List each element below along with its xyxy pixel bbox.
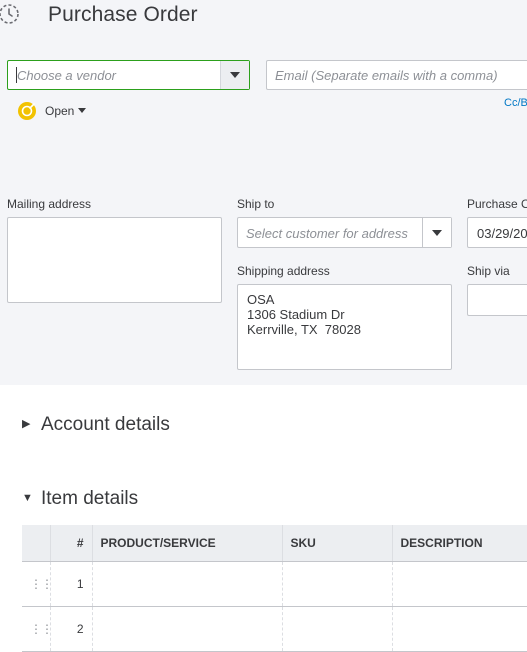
shipping-address-line: Kerrville, TX 78028	[247, 322, 361, 337]
table-header-row: # PRODUCT/SERVICE SKU DESCRIPTION	[22, 525, 527, 562]
ship-to-select[interactable]: Select customer for address	[237, 217, 452, 248]
page-title: Purchase Order	[48, 3, 198, 26]
purchase-order-date-field[interactable]: 03/29/20	[467, 217, 527, 248]
ship-to-placeholder: Select customer for address	[246, 226, 408, 241]
shipping-address-label: Shipping address	[237, 264, 330, 278]
description-cell[interactable]	[392, 561, 527, 607]
vendor-dropdown-button[interactable]	[220, 61, 249, 89]
collapse-down-icon: ▼	[22, 492, 33, 504]
shipping-address-line: OSA	[247, 292, 275, 307]
status-label[interactable]: Open	[45, 104, 74, 118]
account-details-title: Account details	[41, 414, 170, 435]
items-table: # PRODUCT/SERVICE SKU DESCRIPTION ⋮⋮ 1 ⋮…	[22, 525, 527, 652]
mailing-address-field[interactable]	[7, 217, 222, 303]
column-header-product-service[interactable]: PRODUCT/SERVICE	[92, 525, 283, 562]
column-header-description[interactable]: DESCRIPTION	[392, 525, 527, 562]
mailing-address-label: Mailing address	[7, 197, 92, 211]
row-number: 2	[50, 606, 93, 652]
shipping-address-line: 1306 Stadium Dr	[247, 307, 345, 322]
sku-cell[interactable]	[282, 561, 393, 607]
vendor-select[interactable]: Choose a vendor	[7, 60, 250, 90]
product-service-cell[interactable]	[92, 606, 283, 652]
drag-handle-icon[interactable]: ⋮⋮	[22, 561, 53, 607]
ship-via-field[interactable]	[467, 284, 527, 316]
vendor-placeholder: Choose a vendor	[17, 68, 117, 83]
email-field[interactable]: Email (Separate emails with a comma)	[266, 60, 527, 90]
column-header-number: #	[50, 525, 93, 562]
expand-right-icon: ▶	[22, 418, 31, 430]
chevron-down-icon	[230, 72, 240, 78]
purchase-order-date-value: 03/29/20	[477, 226, 527, 241]
chevron-down-icon	[432, 230, 442, 236]
item-details-toggle[interactable]: ▼ Item details	[22, 488, 138, 510]
status-tag-icon	[18, 102, 36, 120]
email-placeholder: Email (Separate emails with a comma)	[275, 68, 498, 83]
status-dropdown-icon[interactable]	[78, 108, 86, 113]
shipping-address-field[interactable]: OSA 1306 Stadium Dr Kerrville, TX 78028	[237, 284, 452, 370]
description-cell[interactable]	[392, 606, 527, 652]
ship-to-dropdown-button[interactable]	[422, 218, 451, 247]
ship-via-label: Ship via	[467, 264, 510, 278]
ship-to-label: Ship to	[237, 197, 275, 211]
column-header-sku[interactable]: SKU	[282, 525, 393, 562]
product-service-cell[interactable]	[92, 561, 283, 607]
table-row[interactable]: ⋮⋮ 1	[22, 561, 527, 607]
cc-bcc-link[interactable]: Cc/B	[504, 97, 527, 109]
drag-handle-icon[interactable]: ⋮⋮	[22, 606, 53, 652]
account-details-toggle[interactable]: ▶ Account details	[22, 414, 170, 436]
history-clock-icon[interactable]	[0, 2, 21, 26]
column-header-drag	[22, 525, 51, 562]
table-row[interactable]: ⋮⋮ 2	[22, 606, 527, 652]
row-number: 1	[50, 561, 93, 607]
item-details-title: Item details	[41, 488, 139, 509]
sku-cell[interactable]	[282, 606, 393, 652]
purchase-order-date-label: Purchase O	[467, 197, 527, 211]
